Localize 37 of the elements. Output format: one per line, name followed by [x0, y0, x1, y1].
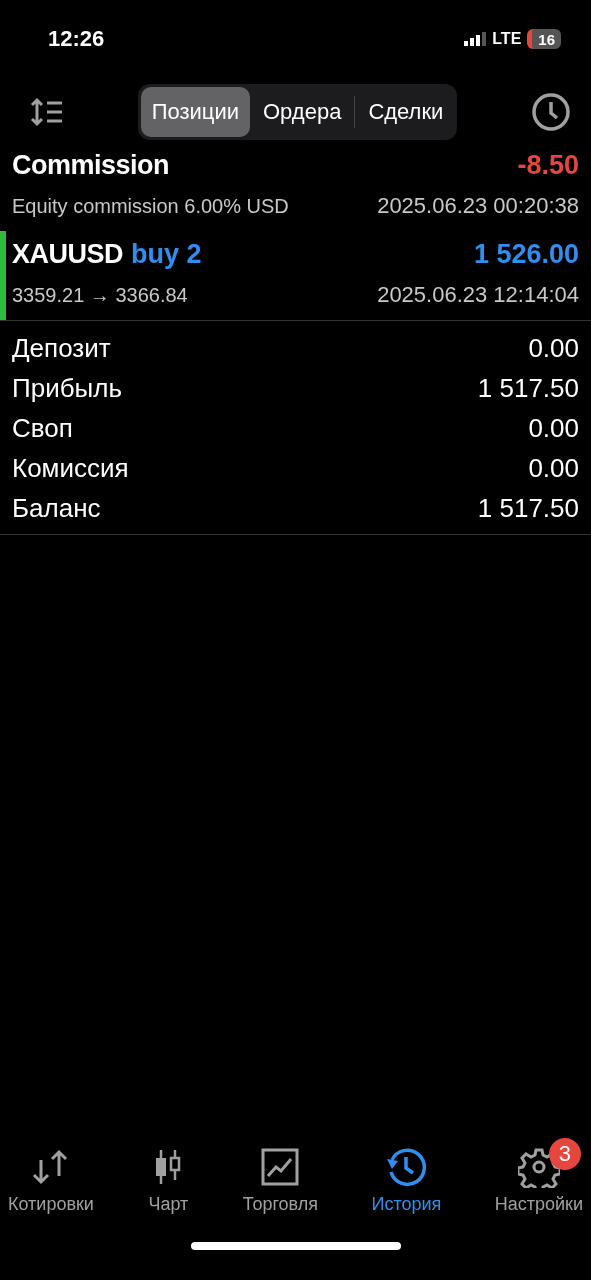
- summary-label: Комиссия: [12, 453, 129, 484]
- summary-value: 0.00: [528, 413, 579, 444]
- summary-value: 1 517.50: [477, 493, 579, 524]
- deal-title: Commission: [12, 150, 170, 180]
- clock-time: 12:26: [48, 26, 105, 52]
- summary-label: Баланс: [12, 493, 101, 524]
- deal-amount: 1 526.00: [473, 239, 579, 270]
- tab[interactable]: Ордера: [252, 87, 353, 137]
- nav-tab[interactable]: История: [367, 1136, 446, 1226]
- trade-direction: buy 2: [131, 239, 202, 269]
- notification-badge: 3: [548, 1138, 581, 1170]
- signal-icon: [464, 32, 487, 46]
- price-range: 3359.21 → 3366.84: [12, 284, 188, 307]
- summary-value: 1 517.50: [477, 373, 579, 404]
- summary-value: 0.00: [528, 333, 579, 364]
- battery-level: 16: [527, 29, 561, 49]
- summary-label: Депозит: [12, 333, 111, 364]
- deal-comment: Equity commission 6.00% USD: [12, 195, 289, 218]
- network-label: LTE: [492, 30, 522, 48]
- tab[interactable]: Сделки: [357, 87, 455, 137]
- nav-tab[interactable]: Котировки: [4, 1136, 98, 1226]
- nav-tab[interactable]: Торговля: [238, 1136, 322, 1226]
- summary-label: Своп: [12, 413, 73, 444]
- history-icon: [385, 1146, 428, 1188]
- summary-label: Прибыль: [12, 373, 122, 404]
- nav-tab[interactable]: Настройки 3: [490, 1136, 587, 1226]
- tab[interactable]: Позиции: [140, 87, 250, 137]
- summary-value: 0.00: [528, 453, 579, 484]
- deal-time: 2025.06.23 12:14:04: [377, 282, 579, 308]
- line-chart-icon: [259, 1146, 302, 1188]
- deal-amount: -8.50: [517, 150, 579, 181]
- sort-icon[interactable]: [30, 97, 64, 127]
- settings-icon: [517, 1146, 560, 1188]
- deal-time: 2025.06.23 00:20:38: [377, 193, 579, 219]
- nav-tab[interactable]: Чарт: [143, 1136, 194, 1226]
- clock-icon[interactable]: [531, 92, 571, 132]
- symbol-name: XAUUSD: [12, 239, 123, 269]
